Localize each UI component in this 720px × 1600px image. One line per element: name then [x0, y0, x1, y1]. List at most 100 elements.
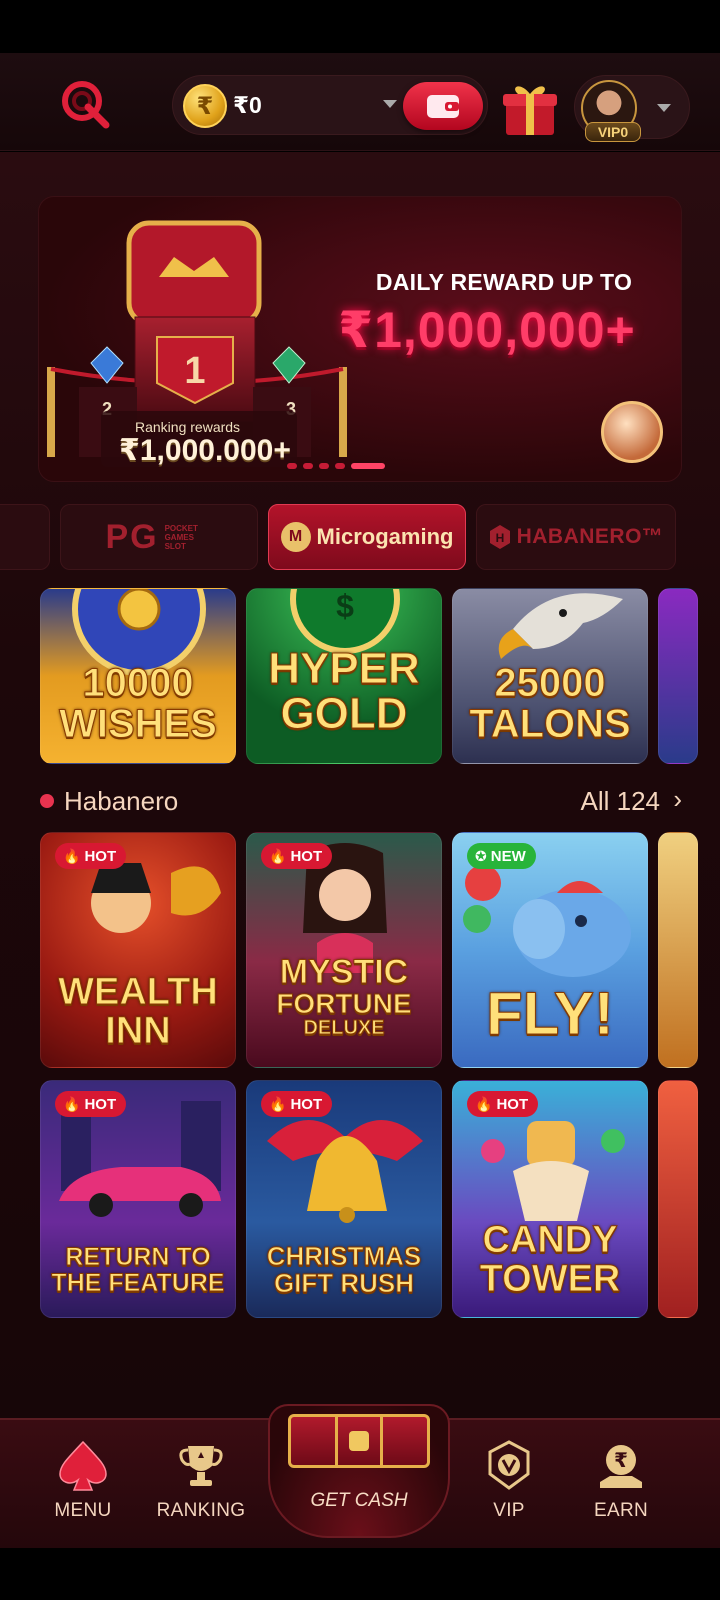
wallet-icon [427, 95, 459, 118]
game-tile[interactable]: 🔥 HOT CANDY TOWER [452, 1080, 648, 1318]
game-title: CANDY [482, 1219, 618, 1261]
spade-icon [56, 1438, 110, 1492]
carousel-dot[interactable] [335, 463, 345, 469]
svg-text:$: $ [336, 589, 354, 624]
main-content: 1 2 3 Ranking rewards ₹1,000.000+ DAILY … [0, 152, 720, 1420]
svg-text:H: H [495, 531, 504, 545]
chevron-down-icon[interactable] [383, 100, 397, 108]
game-title: CHRISTMAS [266, 1241, 422, 1271]
game-tile-partial[interactable] [658, 588, 698, 764]
promo-banner[interactable]: 1 2 3 Ranking rewards ₹1,000.000+ DAILY … [38, 196, 682, 482]
game-title: TOWER [479, 1257, 621, 1300]
eagle-icon [498, 593, 623, 659]
chevron-down-icon[interactable] [657, 104, 671, 112]
game-tile[interactable]: 🔥 HOT CHRISTMAS GIFT RUSH [246, 1080, 442, 1318]
game-title: TALONS [469, 701, 631, 746]
nav-ranking[interactable]: RANKING [146, 1438, 256, 1538]
carousel-indicator [287, 463, 385, 469]
status-bar [0, 0, 720, 53]
nav-vip[interactable]: VIP [454, 1438, 564, 1538]
game-title: FORTUNE [276, 987, 412, 1019]
game-tile[interactable]: 10000 WISHES [40, 588, 236, 764]
balance-pill[interactable]: ₹ ₹0 [172, 75, 488, 135]
provider-tab-habanero[interactable]: H HABANERO™ [476, 504, 676, 570]
banner-amount: ₹1,000,000+ [338, 302, 636, 358]
svg-text:₹: ₹ [614, 1448, 628, 1472]
game-title: INN [105, 1009, 171, 1052]
nav-earn[interactable]: ₹ EARN [566, 1438, 676, 1538]
treasure-chest-icon [288, 1414, 430, 1468]
game-title: THE FEATURE [51, 1268, 225, 1297]
system-nav-bar [0, 1548, 720, 1600]
game-tile[interactable]: 🔥 HOT WEALTH INN [40, 832, 236, 1068]
profile-pill[interactable]: VIP0 [574, 75, 690, 142]
nav-label: VIP [493, 1500, 525, 1521]
get-cash-label: GET CASH [310, 1490, 408, 1511]
game-title: WISHES [59, 701, 218, 746]
new-badge: ✪ NEW [467, 843, 536, 869]
badge-label: HOT [84, 1095, 117, 1113]
habanero-logo-icon: H [489, 525, 510, 549]
game-tile[interactable]: $ HYPER GOLD [246, 588, 442, 764]
gift-icon[interactable] [500, 79, 560, 137]
balance-amount: ₹0 [233, 92, 262, 118]
game-title: GIFT RUSH [273, 1267, 415, 1298]
game-title: 10000 [82, 661, 194, 705]
carousel-dot[interactable] [319, 463, 329, 469]
carousel-dot[interactable] [303, 463, 313, 469]
svg-text:1: 1 [184, 350, 205, 392]
game-tile[interactable]: ✪ NEW FLY! [452, 832, 648, 1068]
game-title: WEALTH [58, 971, 219, 1013]
provider-tab-previous[interactable] [0, 504, 50, 570]
vip-level-badge: VIP0 [585, 122, 641, 142]
provider-tab-pg[interactable]: PG POCKET GAMES SLOT [60, 504, 258, 570]
vip-shield-icon [482, 1438, 536, 1492]
game-title: 25000 [494, 661, 606, 705]
provider-tab-label: PG [105, 517, 159, 556]
rupee-coin-icon: ₹ [183, 84, 227, 128]
carousel-dot-active[interactable] [351, 463, 385, 469]
section-title: Habanero [64, 786, 179, 816]
chevron-right-icon[interactable]: › [673, 784, 682, 815]
provider-tab-label: Microgaming [316, 524, 454, 549]
game-tile[interactable]: 25000 TALONS [452, 588, 648, 764]
flame-icon: 🔥 [269, 847, 287, 864]
game-title: HYPER [268, 644, 421, 693]
hot-badge: 🔥 HOT [261, 1091, 333, 1117]
section-dot-icon [40, 794, 54, 808]
badge-label: NEW [490, 847, 526, 865]
flame-icon: 🔥 [63, 847, 81, 864]
trophy-icon [174, 1438, 228, 1492]
game-tile-partial[interactable] [658, 832, 698, 1068]
badge-label: HOT [290, 1095, 323, 1113]
ranking-rewards-amount: ₹1,000.000+ [119, 434, 291, 467]
game-tile-partial[interactable] [658, 1080, 698, 1318]
provider-tab-label: HABANERO™ [516, 525, 664, 548]
section-header: Habanero All 124 › [38, 784, 682, 816]
rupee-earn-icon: ₹ [594, 1438, 648, 1492]
game-tile[interactable]: 🔥 HOT MYSTIC FORTUNE DELUXE [246, 832, 442, 1068]
nav-label: MENU [54, 1500, 112, 1521]
nav-menu[interactable]: MENU [28, 1438, 138, 1538]
provider-tab-microgaming[interactable]: M Microgaming [268, 504, 466, 570]
flame-icon: 🔥 [269, 1095, 287, 1112]
game-title: GOLD [280, 688, 408, 738]
wallet-button[interactable] [403, 82, 483, 130]
app-logo-icon[interactable] [58, 75, 114, 131]
banner-title: DAILY REWARD UP TO [375, 269, 633, 295]
get-cash-button[interactable]: GET CASH [268, 1404, 450, 1538]
flame-icon: 🔥 [475, 1095, 493, 1112]
badge-label: HOT [290, 847, 323, 865]
game-title: FLY! [486, 980, 615, 1047]
game-tile[interactable]: 🔥 HOT RETURN TO THE FEATURE [40, 1080, 236, 1318]
reward-medal-icon [601, 401, 663, 463]
microgaming-logo-icon: M [280, 522, 311, 552]
nav-label: RANKING [156, 1500, 246, 1521]
carousel-dot[interactable] [287, 463, 297, 469]
top-bar: ₹ ₹0 VIP0 [0, 53, 720, 151]
provider-tab-sublabel: POCKET GAMES SLOT [164, 523, 198, 551]
view-all-link[interactable]: All 124 [581, 786, 661, 817]
hot-badge: 🔥 HOT [261, 843, 333, 869]
nav-label: EARN [594, 1500, 648, 1521]
hot-badge: 🔥 HOT [55, 1091, 127, 1117]
